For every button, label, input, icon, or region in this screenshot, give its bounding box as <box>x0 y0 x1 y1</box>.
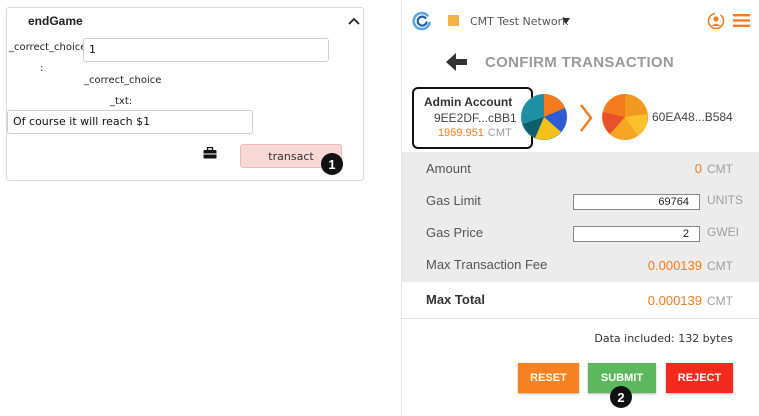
gas-limit-label: Gas Limit <box>426 193 481 208</box>
max-fee-value: 0.000139 <box>647 258 702 273</box>
correct-choice-txt-input[interactable]: Of course it will reach $1 <box>7 110 253 134</box>
wallet-header: CMT Test Network <box>402 0 759 42</box>
gas-limit-input[interactable]: 69764 <box>573 194 700 210</box>
gas-price-input[interactable]: 2 <box>573 226 700 242</box>
briefcase-icon[interactable] <box>203 147 217 159</box>
max-total-unit: CMT <box>707 294 733 308</box>
wallet-logo-icon <box>412 11 431 31</box>
screen: endGame _correct_choice : 1 _correct_cho… <box>0 0 759 416</box>
page-title: CONFIRM TRANSACTION <box>485 54 675 71</box>
param-correct-choice-txt-label: _correct_choice <box>84 75 162 86</box>
back-arrow-icon[interactable] <box>446 52 468 72</box>
from-account-name: Admin Account <box>424 95 513 109</box>
reset-button[interactable]: RESET <box>518 363 579 393</box>
correct-choice-input[interactable]: 1 <box>83 38 329 62</box>
param-correct-choice-txt-suffix: _txt: <box>110 96 133 107</box>
from-account-address: 9EE2DF...cBB1 <box>434 111 517 125</box>
gas-price-label: Gas Price <box>426 225 484 240</box>
step-badge-1: 1 <box>321 153 343 175</box>
max-fee-label: Max Transaction Fee <box>426 257 548 272</box>
wallet-popup: CMT Test Network CONFIRM TRANSACTION Adm… <box>401 0 759 416</box>
transfer-arrow-icon <box>580 104 593 132</box>
from-account-balance: 1959.951 CMT <box>438 127 512 139</box>
amount-unit: CMT <box>707 162 733 176</box>
max-total-label: Max Total <box>426 292 485 307</box>
menu-icon[interactable] <box>733 13 750 28</box>
network-dropdown-icon[interactable] <box>562 18 570 24</box>
to-account-address: 60EA48...B584 <box>652 110 733 124</box>
data-included-text: Data included: 132 bytes <box>594 332 733 345</box>
gas-price-unit: GWEI <box>707 225 739 239</box>
function-name: endGame <box>28 14 83 28</box>
max-fee-unit: CMT <box>707 259 733 273</box>
max-total-value: 0.000139 <box>647 293 702 308</box>
collapse-chevron-icon[interactable] <box>347 15 361 27</box>
from-account-avatar <box>521 94 567 140</box>
param-correct-choice-label: _correct_choice <box>9 42 87 53</box>
reject-button[interactable]: REJECT <box>666 363 733 393</box>
network-status-icon <box>448 15 459 26</box>
param-correct-choice-colon: : <box>40 63 44 74</box>
from-balance-unit: CMT <box>487 127 512 139</box>
from-account-card: Admin Account 9EE2DF...cBB1 1959.951 CMT <box>412 87 533 149</box>
amount-value: 0 <box>694 161 702 176</box>
from-balance-value: 1959.951 <box>438 127 484 139</box>
amount-label: Amount <box>426 161 471 176</box>
step-badge-2: 2 <box>610 386 632 408</box>
account-switch-icon[interactable] <box>707 12 725 30</box>
divider <box>402 318 759 319</box>
function-panel: endGame _correct_choice : 1 _correct_cho… <box>6 7 364 181</box>
transaction-details: Amount 0 CMT Gas Limit 69764 UNITS Gas P… <box>402 152 759 282</box>
to-account-avatar <box>602 94 648 140</box>
network-name[interactable]: CMT Test Network <box>470 15 568 28</box>
gas-limit-unit: UNITS <box>707 193 743 207</box>
